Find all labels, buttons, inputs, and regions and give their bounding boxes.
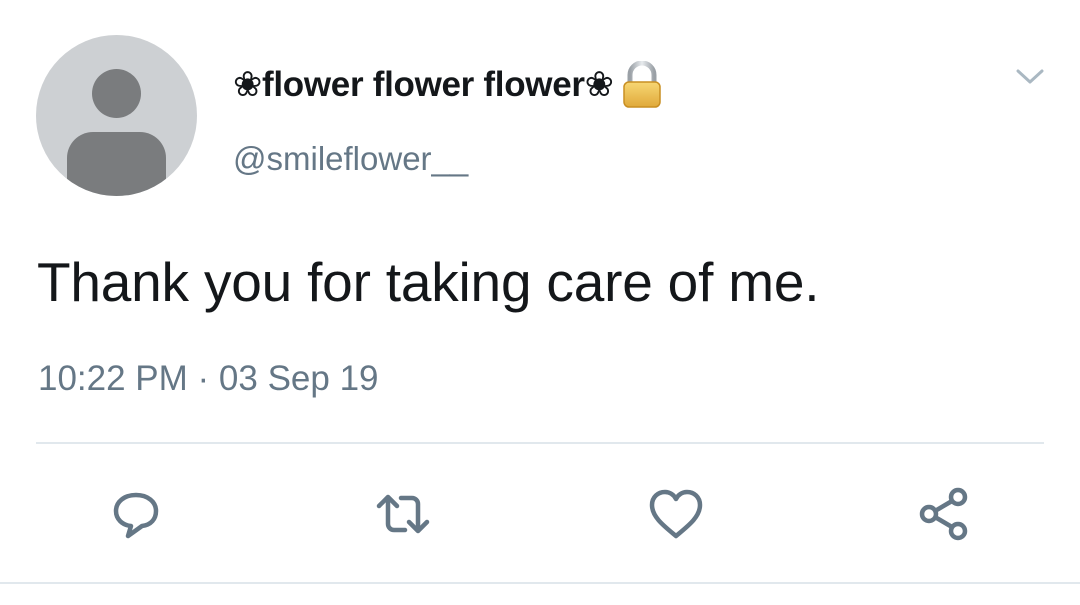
retweet-icon <box>376 494 430 534</box>
comment-icon <box>113 492 159 539</box>
avatar[interactable] <box>36 35 197 196</box>
display-name[interactable]: ❀flower flower flower❀ <box>233 65 614 105</box>
retweet-button[interactable] <box>373 484 433 544</box>
bottom-divider <box>0 582 1080 584</box>
share-icon <box>919 487 968 541</box>
heart-icon <box>649 489 703 539</box>
user-handle[interactable]: @smileflower__ <box>233 140 468 178</box>
tweet-menu-button[interactable] <box>1012 62 1048 92</box>
reply-button[interactable] <box>106 484 166 544</box>
avatar-body-shape <box>67 132 166 196</box>
name-row: ❀flower flower flower❀ <box>233 61 664 108</box>
tweet-timestamp[interactable]: 10:22 PM · 03 Sep 19 <box>38 359 379 399</box>
avatar-head-shape <box>92 69 141 118</box>
share-button[interactable] <box>914 484 974 544</box>
lock-icon <box>622 61 661 108</box>
like-button[interactable] <box>646 484 706 544</box>
chevron-down-icon <box>1016 69 1044 84</box>
divider <box>36 442 1044 444</box>
tweet-text: Thank you for taking care of me. <box>37 251 820 313</box>
